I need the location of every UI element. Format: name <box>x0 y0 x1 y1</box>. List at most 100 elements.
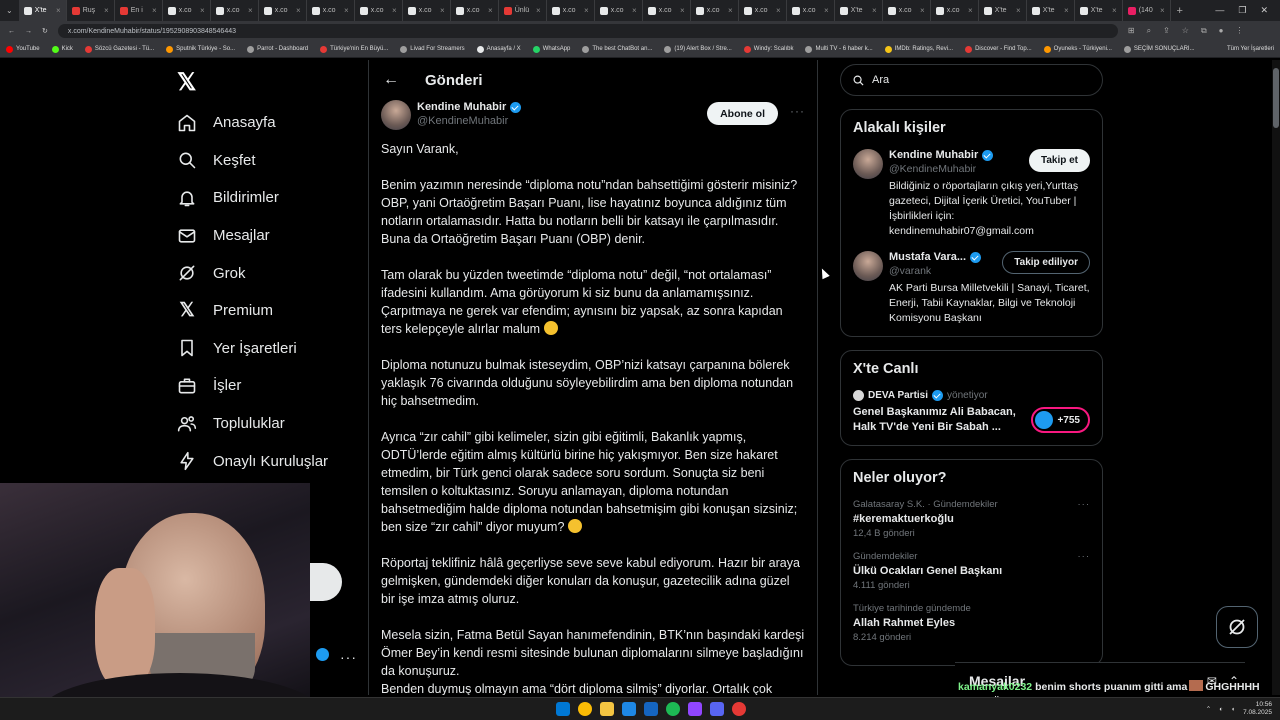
bookmark-item[interactable]: (19) Alert Box / Stre... <box>664 45 732 53</box>
tab-close-icon[interactable]: × <box>632 6 637 15</box>
app-icon[interactable] <box>622 702 636 716</box>
tab-close-icon[interactable]: × <box>968 6 973 15</box>
browser-tab[interactable]: x.co × <box>787 0 835 21</box>
bookmark-item[interactable]: Sözcü Gazetesi - Tü... <box>84 45 154 53</box>
browser-tab[interactable]: X'te × <box>1075 0 1123 21</box>
page-scrollbar[interactable] <box>1272 60 1280 695</box>
tab-close-icon[interactable]: × <box>56 6 61 15</box>
obs-icon[interactable] <box>732 702 746 716</box>
more-options-icon[interactable]: ··· <box>790 104 805 118</box>
browser-tab[interactable]: X'te × <box>1027 0 1075 21</box>
person-avatar[interactable] <box>853 149 883 179</box>
tab-close-icon[interactable]: × <box>344 6 349 15</box>
trend-more-icon[interactable]: ··· <box>1078 499 1091 510</box>
bookmark-item[interactable]: Anasayfa / X <box>476 45 521 53</box>
browser-tab[interactable]: Ünlü × <box>499 0 547 21</box>
related-person[interactable]: Kendine Muhabir @KendineMuhabir Takip et Bi… <box>853 149 1090 239</box>
grok-button[interactable] <box>1216 606 1258 648</box>
tab-close-icon[interactable]: × <box>1160 6 1165 15</box>
tab-close-icon[interactable]: × <box>584 6 589 15</box>
related-person[interactable]: Mustafa Vara... @varank Takip ediliyor AK P… <box>853 251 1090 326</box>
nav-item-6[interactable]: 𝕏 Premium <box>165 292 365 330</box>
nav-item-9[interactable]: Topluluklar <box>165 405 365 443</box>
browser-tab[interactable]: x.co × <box>307 0 355 21</box>
twitch-icon[interactable] <box>688 702 702 716</box>
nav-item-8[interactable]: İşler <box>165 367 365 405</box>
nav-item-5[interactable]: Grok <box>165 254 365 292</box>
post-button-partial[interactable] <box>310 563 342 601</box>
author-name-row[interactable]: Kendine Muhabir <box>417 101 522 113</box>
windows-start-icon[interactable] <box>556 702 570 716</box>
all-bookmarks-folder[interactable]: Tüm Yer İşaretleri <box>1227 46 1274 52</box>
browser-tab[interactable]: x.co × <box>163 0 211 21</box>
tab-close-icon[interactable]: × <box>920 6 925 15</box>
maximize-icon[interactable]: ❐ <box>1238 5 1246 16</box>
person-name-row[interactable]: Mustafa Vara... <box>889 251 982 263</box>
bookmark-item[interactable]: The best ChatBot an... <box>582 45 652 53</box>
tab-close-icon[interactable]: × <box>296 6 301 15</box>
trend-more-icon[interactable]: ··· <box>1078 551 1091 562</box>
trend-item[interactable]: Galatasaray S.K. · Gündemdekiler ··· #kere… <box>853 499 1090 539</box>
tab-close-icon[interactable]: × <box>728 6 733 15</box>
scroll-thumb[interactable] <box>1273 68 1279 128</box>
tab-close-icon[interactable]: × <box>1016 6 1021 15</box>
url-field[interactable]: x.com/KendineMuhabir/status/195290890384… <box>57 24 1118 38</box>
volume-icon[interactable]: ◖ <box>1231 706 1235 713</box>
back-nav-icon[interactable]: ← <box>8 28 15 35</box>
close-window-icon[interactable]: ✕ <box>1260 5 1268 16</box>
profile-icon[interactable]: ● <box>1219 26 1224 36</box>
tab-close-icon[interactable]: × <box>248 6 253 15</box>
browser-tab[interactable]: x.co × <box>403 0 451 21</box>
tab-close-icon[interactable]: × <box>824 6 829 15</box>
tab-search-icon[interactable]: ⌄ <box>0 6 19 15</box>
browser-tab[interactable]: x.co × <box>883 0 931 21</box>
tab-close-icon[interactable]: × <box>104 6 109 15</box>
browser-tab[interactable]: x.co × <box>739 0 787 21</box>
trend-item[interactable]: Gündemdekiler ··· Ülkü Ocakları Genel Başk… <box>853 551 1090 591</box>
browser-tab[interactable]: x.co × <box>355 0 403 21</box>
minimize-icon[interactable]: — <box>1215 5 1224 16</box>
browser-tab[interactable]: x.co × <box>451 0 499 21</box>
chrome-icon[interactable] <box>578 702 592 716</box>
bookmark-item[interactable]: SEÇİM SONUÇLARI... <box>1123 45 1195 53</box>
browser-tab[interactable]: x.co × <box>931 0 979 21</box>
tab-close-icon[interactable]: × <box>392 6 397 15</box>
browser-tab[interactable]: X'te × <box>835 0 883 21</box>
author-avatar[interactable] <box>381 100 411 130</box>
network-icon[interactable]: ◐ <box>1219 706 1223 713</box>
bookmark-item[interactable]: Kick <box>51 45 73 53</box>
steam-icon[interactable] <box>644 702 658 716</box>
browser-tab[interactable]: x.co × <box>691 0 739 21</box>
bookmark-item[interactable]: Parrot - Dashboard <box>247 45 308 53</box>
zoom-icon[interactable]: ⌕ <box>1147 26 1151 36</box>
star-icon[interactable]: ☆ <box>1182 26 1189 36</box>
bookmark-item[interactable]: Discover - Find Top... <box>965 45 1032 53</box>
subscribe-button[interactable]: Abone ol <box>707 102 778 125</box>
live-listener-count[interactable]: +755 <box>1031 407 1090 433</box>
browser-tab[interactable]: En i × <box>115 0 163 21</box>
tab-close-icon[interactable]: × <box>440 6 445 15</box>
browser-tab[interactable]: (140 × <box>1123 0 1171 21</box>
reload-icon[interactable]: ↻ <box>42 27 48 35</box>
tab-close-icon[interactable]: × <box>152 6 157 15</box>
translate-icon[interactable]: ⊞ <box>1128 26 1135 36</box>
browser-tab[interactable]: X'te × <box>18 0 67 21</box>
forward-nav-icon[interactable]: → <box>25 28 32 35</box>
bookmark-item[interactable]: Oyuneks - Türkiyeni... <box>1043 45 1112 53</box>
nav-item-10[interactable]: Onaylı Kuruluşlar <box>165 442 365 480</box>
browser-tab[interactable]: x.co × <box>595 0 643 21</box>
tab-close-icon[interactable]: × <box>776 6 781 15</box>
account-more-icon[interactable]: ··· <box>340 650 357 664</box>
search-input[interactable] <box>872 74 1072 86</box>
nav-item-4[interactable]: Mesajlar <box>165 217 365 255</box>
bookmark-item[interactable]: Multi TV - 6 haber k... <box>805 45 873 53</box>
bookmark-item[interactable]: Windy: Scalıbk <box>743 45 793 53</box>
live-space-title[interactable]: Genel Başkanımız Ali Babacan, Halk TV'de… <box>853 405 1031 435</box>
tab-close-icon[interactable]: × <box>1112 6 1117 15</box>
browser-tab[interactable]: x.co × <box>643 0 691 21</box>
browser-tab[interactable]: X'te × <box>979 0 1027 21</box>
browser-tab[interactable]: x.co × <box>547 0 595 21</box>
tray-chevron-icon[interactable]: ⌃ <box>1206 705 1211 713</box>
browser-tab[interactable]: x.co × <box>211 0 259 21</box>
tab-close-icon[interactable]: × <box>488 6 493 15</box>
